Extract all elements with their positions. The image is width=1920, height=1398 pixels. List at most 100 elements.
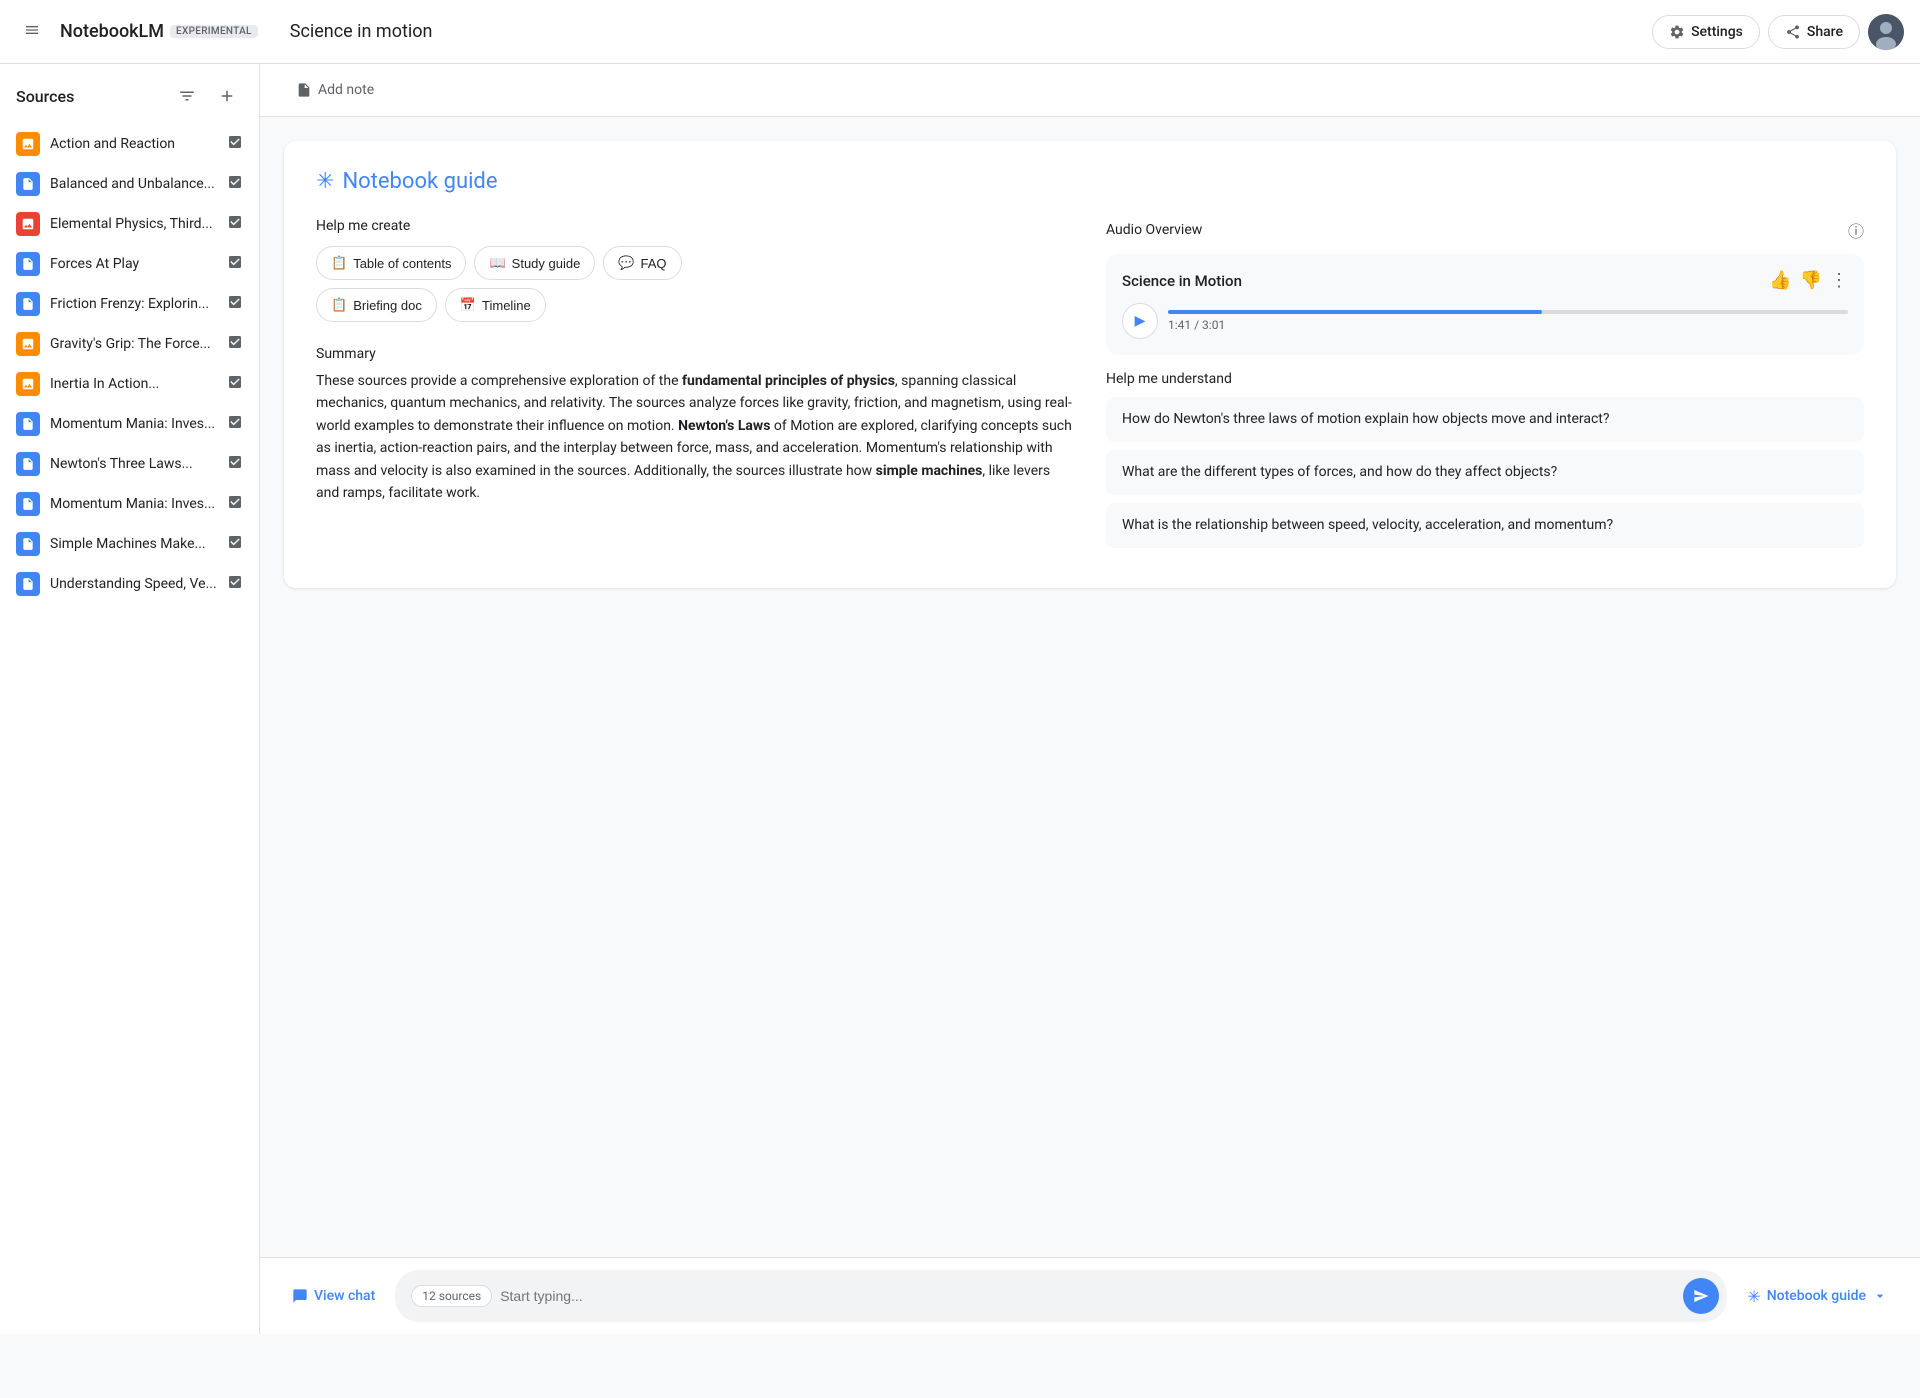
source-item[interactable]: Action and Reaction — [0, 124, 259, 164]
briefing-icon: 📋 — [331, 297, 347, 313]
toc-icon: 📋 — [331, 255, 347, 271]
settings-button[interactable]: Settings — [1652, 15, 1760, 49]
chat-input-container: 12 sources — [395, 1270, 1727, 1322]
understand-item[interactable]: What are the different types of forces, … — [1106, 450, 1864, 495]
source-item[interactable]: Inertia In Action... — [0, 364, 259, 404]
source-check[interactable] — [227, 494, 243, 514]
audio-player: ▶ 1:41 / 3:01 — [1122, 303, 1848, 339]
guide-right: Audio Overview ⓘ Science in Motion 👍 👎 — [1106, 218, 1864, 556]
notebook-title: Science in motion — [290, 21, 433, 42]
source-icon — [16, 132, 40, 156]
source-item[interactable]: Forces At Play — [0, 244, 259, 284]
add-note-label: Add note — [318, 82, 374, 98]
source-item[interactable]: Friction Frenzy: Explorin... — [0, 284, 259, 324]
faq-button[interactable]: 💬 FAQ — [603, 246, 681, 280]
source-check[interactable] — [227, 534, 243, 554]
timeline-icon: 📅 — [460, 297, 476, 313]
summary-text: These sources provide a comprehensive ex… — [316, 370, 1074, 504]
briefing-doc-button[interactable]: 📋 Briefing doc — [316, 288, 437, 322]
source-item[interactable]: Newton's Three Laws... — [0, 444, 259, 484]
summary-label: Summary — [316, 346, 1074, 362]
audio-overview-label: Audio Overview — [1106, 222, 1202, 238]
source-label: Momentum Mania: Inves... — [50, 416, 217, 432]
sidebar-header: Sources — [0, 80, 259, 124]
understand-item[interactable]: What is the relationship between speed, … — [1106, 503, 1864, 548]
settings-label: Settings — [1691, 24, 1743, 40]
timeline-label: Timeline — [482, 298, 531, 313]
source-icon — [16, 492, 40, 516]
thumbs-down-button[interactable]: 👎 — [1800, 270, 1822, 291]
source-icon — [16, 252, 40, 276]
source-check[interactable] — [227, 174, 243, 194]
source-item[interactable]: Momentum Mania: Inves... — [0, 484, 259, 524]
add-note-button[interactable]: Add note — [284, 76, 1896, 104]
faq-icon: 💬 — [618, 255, 634, 271]
help-me-create-label: Help me create — [316, 218, 1074, 234]
source-item[interactable]: Momentum Mania: Inves... — [0, 404, 259, 444]
help-me-understand-section: Help me understand How do Newton's three… — [1106, 371, 1864, 548]
source-label: Understanding Speed, Ve... — [50, 576, 217, 592]
audio-info-icon[interactable]: ⓘ — [1848, 218, 1864, 242]
source-check[interactable] — [227, 574, 243, 594]
source-item[interactable]: Understanding Speed, Ve... — [0, 564, 259, 604]
send-button[interactable] — [1683, 1278, 1719, 1314]
app-header: NotebookLM EXPERIMENTAL Science in motio… — [0, 0, 1920, 64]
source-check[interactable] — [227, 254, 243, 274]
menu-icon[interactable] — [16, 14, 48, 50]
filter-button[interactable] — [171, 80, 203, 112]
study-guide-button[interactable]: 📖 Study guide — [474, 246, 595, 280]
sources-title: Sources — [16, 87, 74, 106]
source-item[interactable]: Gravity's Grip: The Force... — [0, 324, 259, 364]
source-label: Momentum Mania: Inves... — [50, 496, 217, 512]
source-check[interactable] — [227, 334, 243, 354]
source-label: Inertia In Action... — [50, 376, 217, 392]
source-icon — [16, 172, 40, 196]
source-item[interactable]: Balanced and Unbalance... — [0, 164, 259, 204]
source-check[interactable] — [227, 214, 243, 234]
progress-bar[interactable]: 1:41 / 3:01 — [1168, 310, 1848, 332]
briefing-label: Briefing doc — [353, 298, 422, 313]
sources-list: Action and Reaction Balanced and Unbalanc… — [0, 124, 259, 604]
main-toolbar: Add note — [260, 64, 1920, 117]
understand-items-list: How do Newton's three laws of motion exp… — [1106, 397, 1864, 548]
add-source-button[interactable] — [211, 80, 243, 112]
more-options-button[interactable]: ⋮ — [1830, 270, 1848, 291]
source-item[interactable]: Simple Machines Make... — [0, 524, 259, 564]
understand-item[interactable]: How do Newton's three laws of motion exp… — [1106, 397, 1864, 442]
source-check[interactable] — [227, 414, 243, 434]
notebook-guide-btn-label: Notebook guide — [1767, 1288, 1866, 1304]
play-button[interactable]: ▶ — [1122, 303, 1158, 339]
view-chat-button[interactable]: View chat — [284, 1280, 383, 1312]
thumbs-up-button[interactable]: 👍 — [1769, 270, 1791, 291]
source-check[interactable] — [227, 294, 243, 314]
guide-body: Help me create 📋 Table of contents 📖 Stu… — [316, 218, 1864, 556]
share-button[interactable]: Share — [1768, 15, 1860, 49]
source-check[interactable] — [227, 454, 243, 474]
audio-card: Science in Motion 👍 👎 ⋮ ▶ — [1106, 254, 1864, 355]
source-icon — [16, 532, 40, 556]
source-item[interactable]: Elemental Physics, Third... — [0, 204, 259, 244]
source-icon — [16, 572, 40, 596]
audio-section: Audio Overview ⓘ Science in Motion 👍 👎 — [1106, 218, 1864, 355]
timeline-button[interactable]: 📅 Timeline — [445, 288, 546, 322]
notebook-guide-card: ✳ Notebook guide Help me create 📋 Table … — [284, 141, 1896, 588]
study-icon: 📖 — [489, 255, 505, 271]
source-check[interactable] — [227, 134, 243, 154]
source-label: Gravity's Grip: The Force... — [50, 336, 217, 352]
source-label: Elemental Physics, Third... — [50, 216, 217, 232]
main-area: ✳ Notebook guide Help me create 📋 Table … — [260, 117, 1920, 1257]
source-label: Forces At Play — [50, 256, 217, 272]
source-label: Newton's Three Laws... — [50, 456, 217, 472]
source-label: Action and Reaction — [50, 136, 217, 152]
user-avatar[interactable] — [1868, 14, 1904, 50]
source-icon — [16, 292, 40, 316]
sources-badge[interactable]: 12 sources — [411, 1285, 492, 1307]
view-chat-label: View chat — [314, 1288, 375, 1304]
audio-card-header: Science in Motion 👍 👎 ⋮ — [1122, 270, 1848, 291]
notebook-guide-toggle-button[interactable]: ✳ Notebook guide — [1739, 1279, 1896, 1314]
source-icon — [16, 212, 40, 236]
source-check[interactable] — [227, 374, 243, 394]
chat-input[interactable] — [500, 1288, 1675, 1304]
sidebar: Sources Action and Reaction Balanced and … — [0, 64, 260, 1334]
table-of-contents-button[interactable]: 📋 Table of contents — [316, 246, 466, 280]
